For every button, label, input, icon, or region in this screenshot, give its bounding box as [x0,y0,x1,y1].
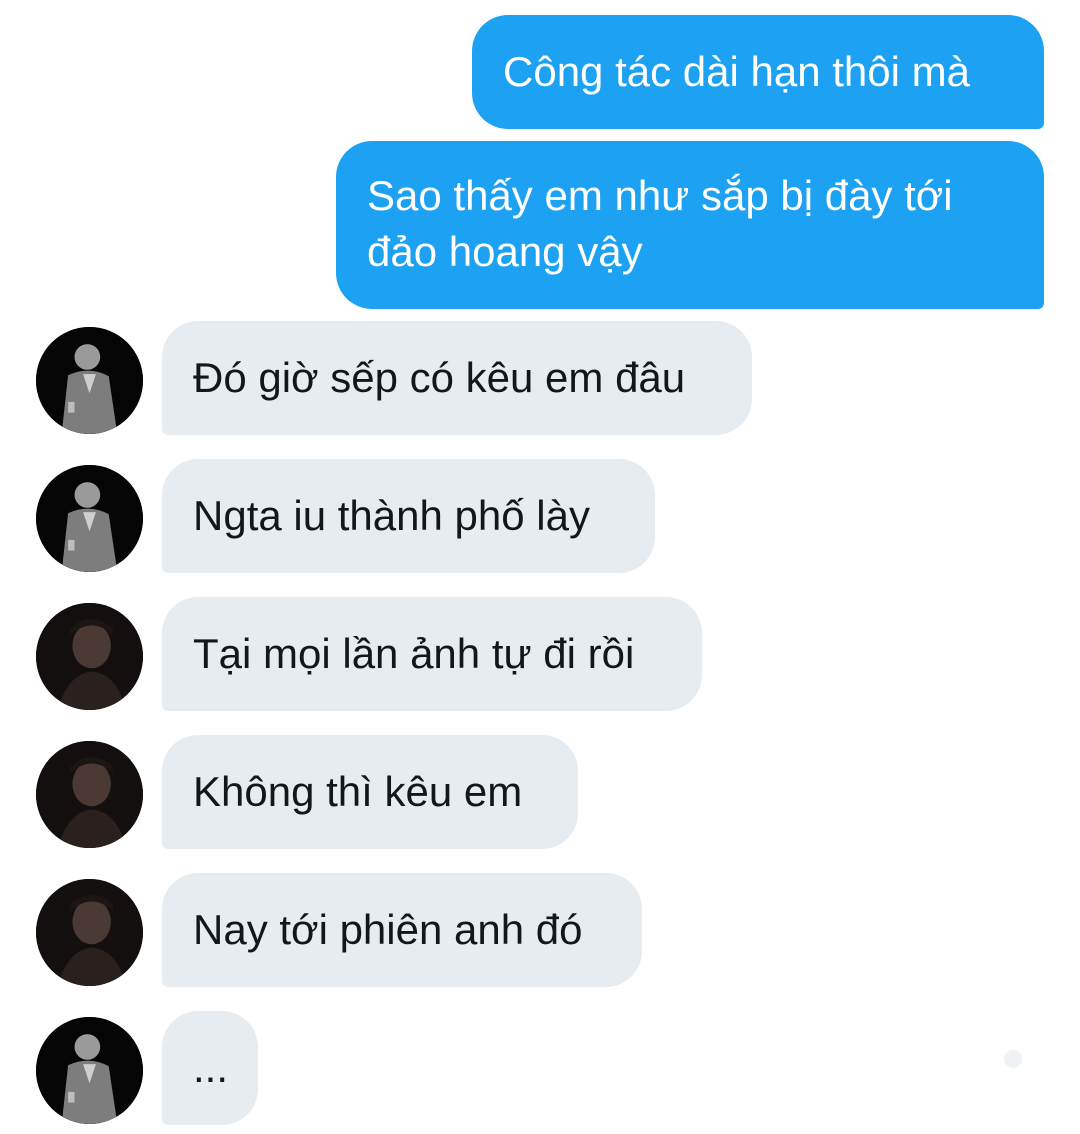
avatar-grey-jacket-icon [36,327,143,434]
message-text: Nay tới phiên anh đó [193,906,583,953]
avatar[interactable] [36,879,143,986]
avatar-dark-portrait-icon [36,741,143,848]
message-text: Công tác dài hạn thôi mà [503,48,970,95]
avatar-dark-portrait-icon [36,603,143,710]
incoming-message[interactable]: Đó giờ sếp có kêu em đâu [162,321,752,435]
message-text: Ngta iu thành phố lày [193,492,590,539]
typing-indicator-dot [1004,1050,1022,1068]
avatar[interactable] [36,1017,143,1124]
avatar[interactable] [36,603,143,710]
message-text: Không thì kêu em [193,768,523,815]
avatar-grey-jacket-icon [36,465,143,572]
message-text: ... [193,1044,229,1091]
message-text: Đó giờ sếp có kêu em đâu [193,354,686,401]
avatar-grey-jacket-icon [36,1017,143,1124]
avatar[interactable] [36,741,143,848]
incoming-message[interactable]: Ngta iu thành phố lày [162,459,655,573]
message-text-line: Sao thấy em như sắp bị đày tới [367,172,953,219]
outgoing-message[interactable]: Sao thấy em như sắp bị đày tới đảo hoang… [336,141,1044,309]
incoming-message[interactable]: ... [162,1011,258,1125]
avatar[interactable] [36,465,143,572]
incoming-message[interactable]: Tại mọi lần ảnh tự đi rồi [162,597,702,711]
incoming-message[interactable]: Nay tới phiên anh đó [162,873,642,987]
avatar-dark-portrait-icon [36,879,143,986]
outgoing-message[interactable]: Công tác dài hạn thôi mà [472,15,1044,129]
message-text-line: đảo hoang vậy [367,228,643,275]
message-text: Tại mọi lần ảnh tự đi rồi [193,630,635,677]
incoming-message[interactable]: Không thì kêu em [162,735,578,849]
avatar[interactable] [36,327,143,434]
